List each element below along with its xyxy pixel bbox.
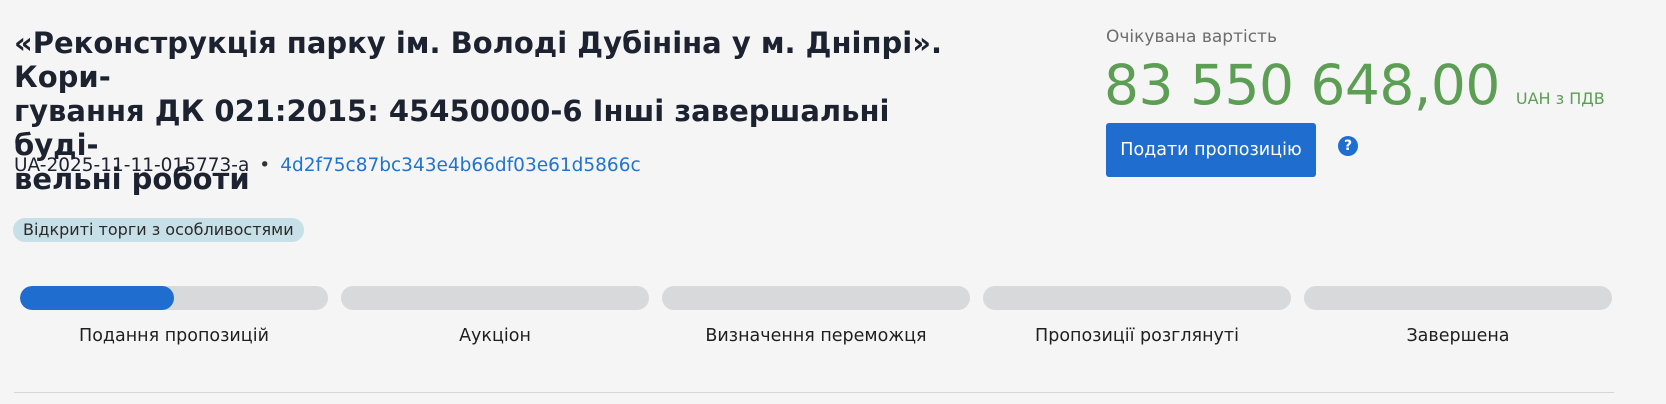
stage-label: Подання пропозицій <box>79 326 269 346</box>
tender-id: UA-2025-11-11-015773-a <box>14 155 250 176</box>
tender-hash-link[interactable]: 4d2f75c87bc343e4b66df03e61d5866c <box>280 155 640 176</box>
expected-value-currency: UAH з ПДВ <box>1515 89 1605 108</box>
tender-stages-progress: Подання пропозицій Аукціон Визначення пере… <box>20 286 1612 356</box>
stage-5: Завершена <box>1304 286 1612 346</box>
expected-value-caption: Очікувана вартість <box>1106 27 1277 47</box>
stage-progress-track <box>1304 286 1612 310</box>
stage-3: Визначення переможця <box>662 286 970 346</box>
stage-progress-track <box>341 286 649 310</box>
procedure-type-badge: Відкриті торги з особливостями <box>13 218 304 242</box>
stage-label: Аукціон <box>459 326 531 346</box>
stage-4: Пропозиції розглянуті <box>983 286 1291 346</box>
stage-progress-track <box>20 286 328 310</box>
expected-value-amount: 83 550 648,00 <box>1104 53 1500 117</box>
id-separator: • <box>259 155 271 176</box>
help-icon[interactable]: ? <box>1338 136 1358 156</box>
tender-identifiers: UA-2025-11-11-015773-a • 4d2f75c87bc343e… <box>14 155 641 176</box>
stage-progress-track <box>983 286 1291 310</box>
stage-label: Пропозиції розглянуті <box>1035 326 1239 346</box>
stage-progress-track <box>662 286 970 310</box>
section-divider <box>14 392 1614 393</box>
submit-bid-button[interactable]: Подати пропозицію <box>1106 123 1316 177</box>
stage-label: Завершена <box>1406 326 1510 346</box>
stage-progress-fill <box>20 286 174 310</box>
tender-page: «Реконструкція парку ім. Володі Дубініна… <box>0 0 1666 404</box>
expected-value: 83 550 648,00 UAH з ПДВ <box>1104 52 1605 118</box>
stage-label: Визначення переможця <box>705 326 927 346</box>
stage-2: Аукціон <box>341 286 649 346</box>
stage-1: Подання пропозицій <box>20 286 328 346</box>
